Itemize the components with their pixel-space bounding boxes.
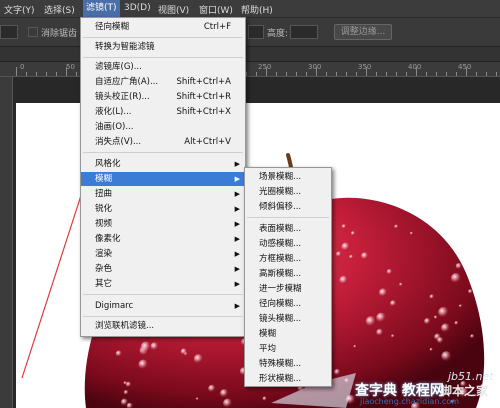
menu-item-radial-blur[interactable]: 径向模糊 Ctrl+F [81, 20, 245, 34]
submenu-field-blur[interactable]: 场景模糊... [245, 170, 331, 184]
menu-item-stylize[interactable]: 风格化 ▶ [81, 157, 245, 171]
menu-item-blur[interactable]: 模糊 ▶ [81, 172, 245, 186]
menu-item-liquify[interactable]: 液化(L)... Shift+Ctrl+X [81, 105, 245, 119]
menu-item-sharpen[interactable]: 锐化 ▶ [81, 202, 245, 216]
menu-item-pixelate[interactable]: 像素化 ▶ [81, 232, 245, 246]
submenu-gaussian-blur[interactable]: 高斯模糊... [245, 267, 331, 281]
submenu-tilt-shift[interactable]: 倾斜偏移... [245, 200, 331, 214]
menu-item-adaptive-wide[interactable]: 自适应广角(A)... Shift+Ctrl+A [81, 75, 245, 89]
submenu-blur-more[interactable]: 进一步模糊 [245, 282, 331, 296]
submenu-iris-blur[interactable]: 光圈模糊... [245, 185, 331, 199]
menu-item-lens-correction[interactable]: 镜头校正(R)... Shift+Ctrl+R [81, 90, 245, 104]
submenu-surface-blur[interactable]: 表面模糊... [245, 222, 331, 236]
menu-item-render[interactable]: 渲染 ▶ [81, 247, 245, 261]
submenu-average[interactable]: 平均 [245, 342, 331, 356]
menu-item-noise[interactable]: 杂色 ▶ [81, 262, 245, 276]
watermark-url: jiaocheng.chazidian.com [360, 397, 460, 406]
menu-item-distort[interactable]: 扭曲 ▶ [81, 187, 245, 201]
menu-item-oil-paint[interactable]: 油画(O)... [81, 120, 245, 134]
submenu-radial-blur[interactable]: 径向模糊... [245, 297, 331, 311]
menu-item-video[interactable]: 视频 ▶ [81, 217, 245, 231]
blur-submenu: 场景模糊... 光圈模糊... 倾斜偏移... 表面模糊... 动感模糊... … [244, 167, 332, 387]
submenu-shape-blur[interactable]: 形状模糊... [245, 372, 331, 386]
menu-item-other[interactable]: 其它 ▶ [81, 277, 245, 291]
menu-item-filter-gallery[interactable]: 滤镜库(G)... [81, 60, 245, 74]
menu-item-convert-smart[interactable]: 转换为智能滤镜 [81, 40, 245, 54]
menu-item-vanishing-point[interactable]: 消失点(V)... Alt+Ctrl+V [81, 135, 245, 149]
submenu-blur[interactable]: 模糊 [245, 327, 331, 341]
submenu-lens-blur[interactable]: 镜头模糊... [245, 312, 331, 326]
submenu-motion-blur[interactable]: 动感模糊... [245, 237, 331, 251]
submenu-box-blur[interactable]: 方框模糊... [245, 252, 331, 266]
menu-item-browse-online[interactable]: 浏览联机滤镜... [81, 319, 245, 333]
submenu-smart-blur[interactable]: 特殊模糊... [245, 357, 331, 371]
menu-item-digimarc[interactable]: Digimarc ▶ [81, 299, 245, 313]
filter-menu: 径向模糊 Ctrl+F 转换为智能滤镜 滤镜库(G)... 自适应广角(A)...… [80, 17, 246, 337]
